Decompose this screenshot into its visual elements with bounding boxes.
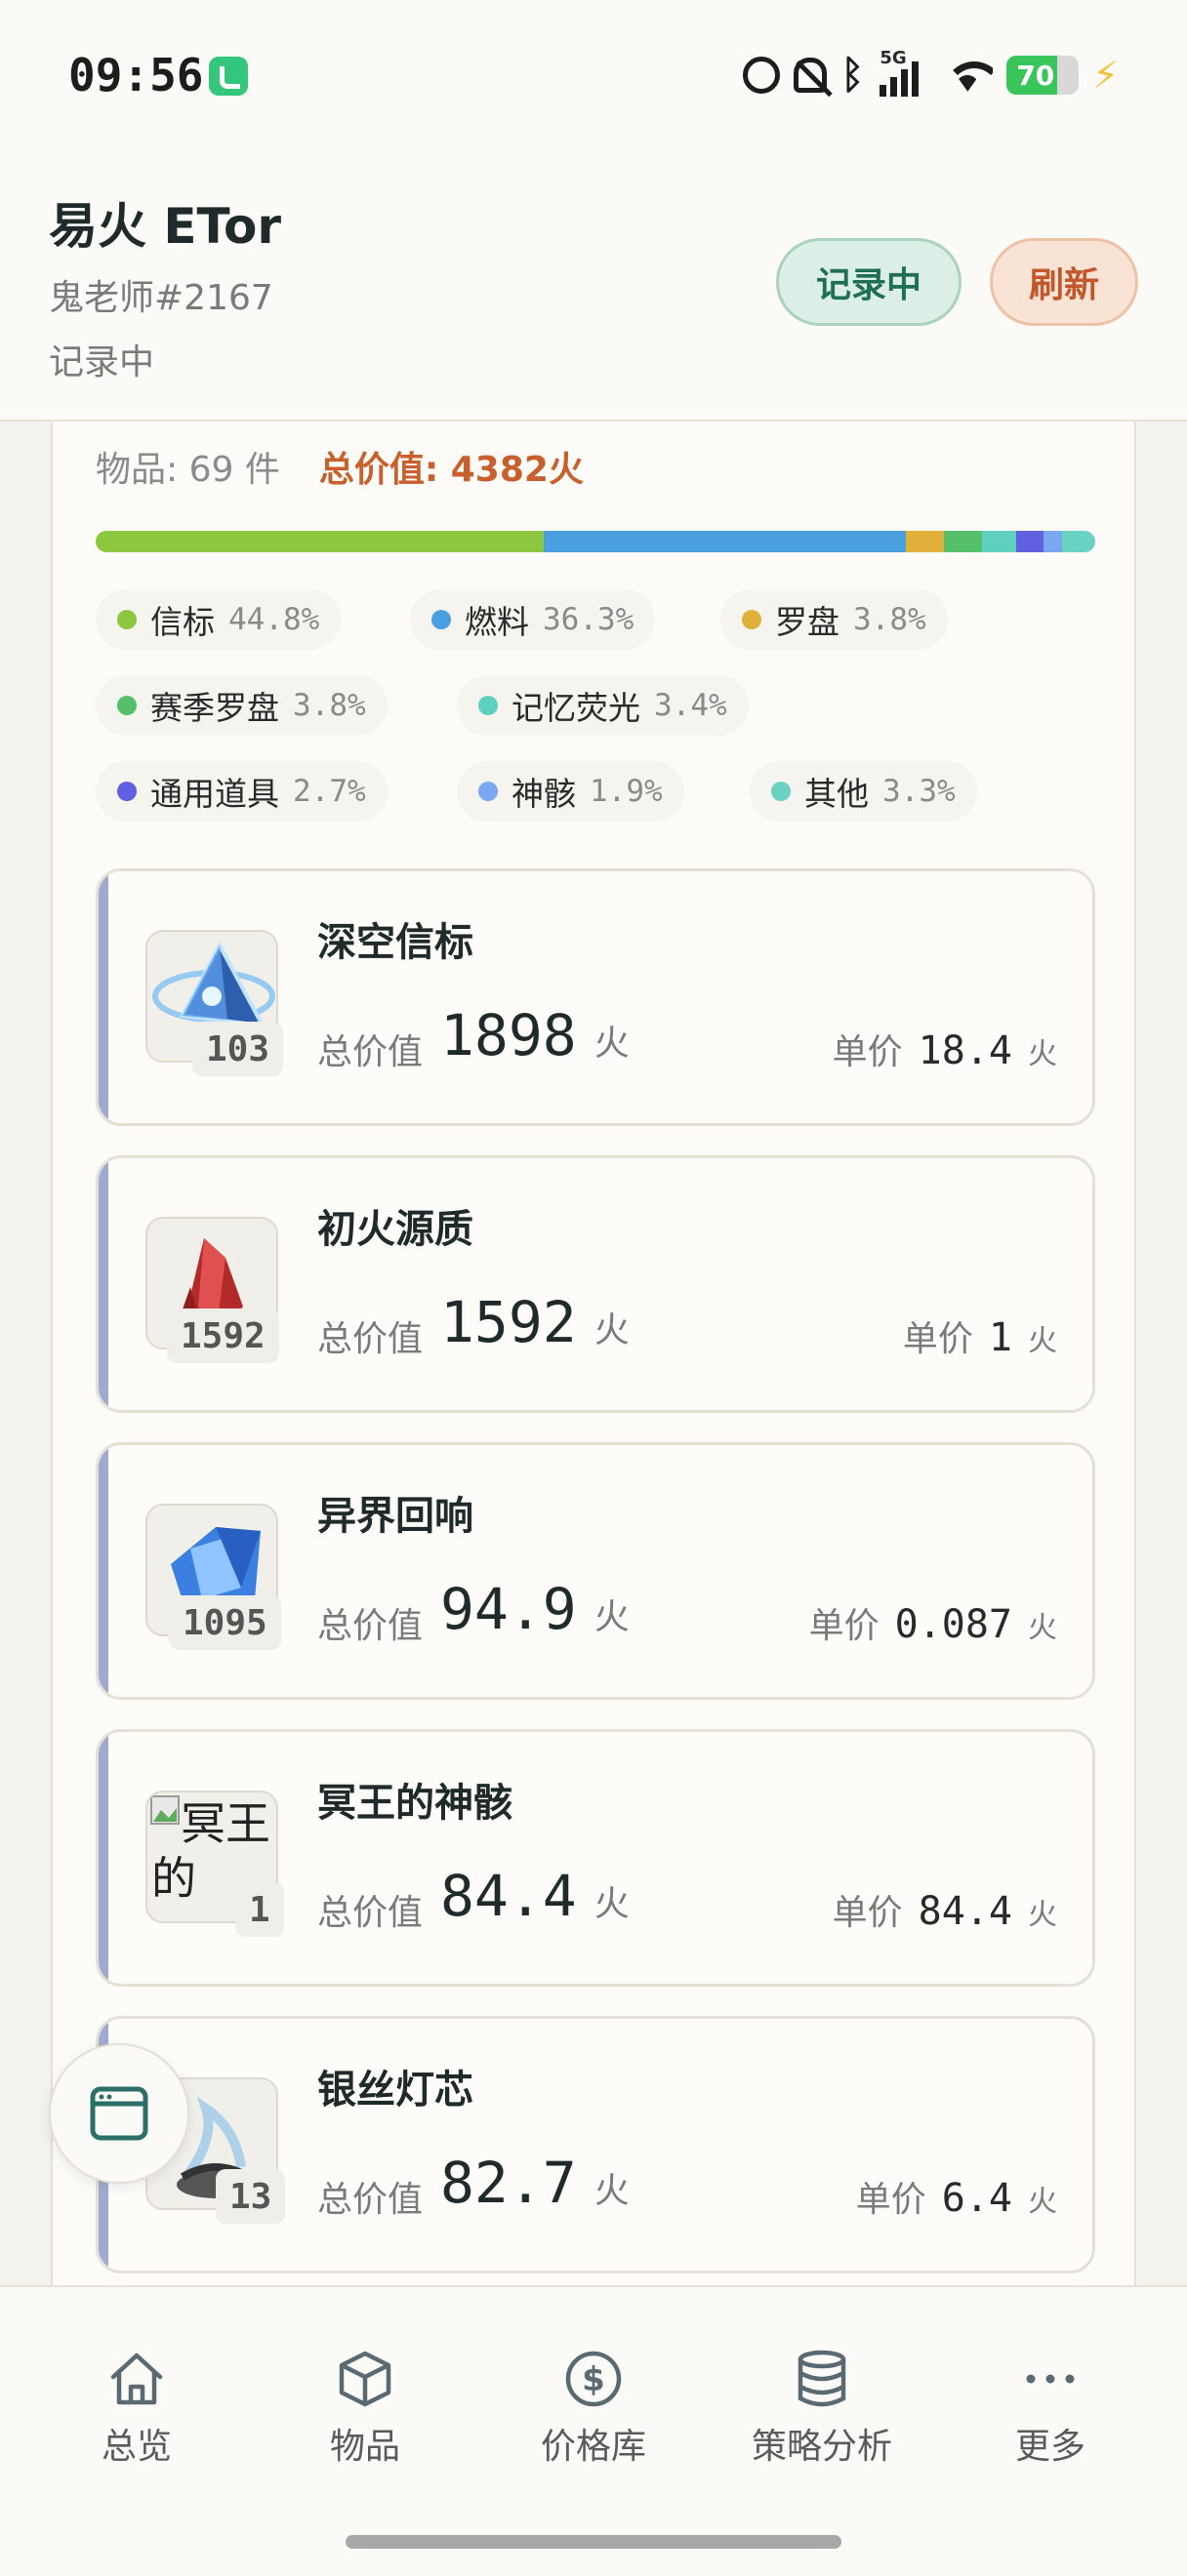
share-segment [1062,531,1095,552]
item-card[interactable]: 1592 初火源质 总价值 1592 火 单价 1 火 [96,1155,1095,1413]
nav-item-more[interactable]: 更多 [953,2348,1148,2484]
legend-dot [478,782,498,801]
legend-item-other[interactable]: 其他 3.3% [750,761,977,822]
nav-item-items[interactable]: 物品 [267,2348,463,2484]
legend-item-beacon[interactable]: 信标 44.8% [96,589,342,650]
nav-item-strategy-analysis[interactable]: 策略分析 [724,2348,920,2484]
legend-item-memory-glow[interactable]: 记忆荧光 3.4% [457,675,749,736]
card-accent [99,871,108,1123]
total-value-label: 总价值 [317,1319,424,1359]
legend-dot [117,696,137,715]
category-share-bar [96,531,1095,552]
legend-item-compass[interactable]: 罗盘 3.8% [720,589,948,650]
app-header: 易火 ETor 鬼老师#2167 记录中 记录中 刷新 [0,146,1187,422]
alarm-icon [743,57,781,94]
app-title: 易火 ETor [49,198,282,255]
item-total-value: 1592 火 [440,1289,630,1355]
total-value-label: 总价值 [317,1893,424,1933]
total-value-label: 总价值 [317,2180,424,2220]
item-name: 银丝灯芯 [317,2068,473,2113]
item-quantity: 1592 [167,1308,279,1363]
item-card[interactable]: 103 深空信标 总价值 1898 火 单价 18.4 火 [96,868,1095,1126]
item-total-value: 82.7 火 [440,2150,630,2216]
recording-button[interactable]: 记录中 [776,238,962,326]
item-name: 冥王的神骸 [317,1781,512,1826]
item-total-value: 94.9 火 [440,1576,630,1642]
card-accent [99,1445,108,1697]
wifi-icon [942,56,994,95]
share-segment [906,531,945,552]
item-card[interactable]: 冥王的 1 冥王的神骸 总价值 84.4 火 单价 84.4 火 [96,1729,1095,1987]
nav-item-price-library[interactable]: $ 价格库 [496,2348,691,2484]
home-icon [110,2353,163,2405]
legend-item-relic[interactable]: 神骸 1.9% [457,761,684,822]
share-segment [982,531,1017,552]
call-icon [209,57,248,96]
item-total-value: 1898 火 [440,1002,630,1068]
share-segment [1016,531,1044,552]
battery-icon: 70 [1006,56,1080,95]
item-card[interactable]: 13 银丝灯芯 总价值 82.7 火 单价 6.4 火 [96,2016,1095,2274]
item-name: 初火源质 [317,1207,473,1252]
window-icon [90,2086,148,2141]
legend-dot [117,610,137,629]
legend-dot [742,610,761,629]
bottom-navigation: 总览 物品 $ 价格库 策略分析 更多 [0,2285,1187,2576]
nav-item-overview[interactable]: 总览 [39,2348,234,2484]
legend-dot [771,782,791,801]
refresh-button[interactable]: 刷新 [990,238,1138,326]
status-bar: 09:56 ᛒ 5G 70 ⚡ [0,0,1187,146]
legend-dot [117,782,137,801]
item-name: 深空信标 [317,920,473,965]
legend-dot [431,610,451,629]
item-name: 异界回响 [317,1494,473,1539]
share-segment [944,531,983,552]
item-total-value: 84.4 火 [440,1863,630,1929]
record-status: 记录中 [49,342,155,382]
item-quantity: 13 [216,2169,286,2224]
status-time: 09:56 [68,49,204,101]
box-icon [339,2351,391,2407]
svg-text:$: $ [582,2360,605,2399]
card-accent [99,1732,108,1984]
battery-level: 70 [1016,60,1055,92]
user-name: 鬼老师#2167 [49,278,273,318]
home-indicator[interactable] [346,2535,841,2549]
unit-price: 单价 0.087 火 [808,1602,1057,1647]
item-quantity: 103 [192,1022,284,1076]
bluetooth-icon: ᛒ [840,53,865,98]
legend-item-general[interactable]: 通用道具 2.7% [96,761,388,822]
legend-item-season-compass[interactable]: 赛季罗盘 3.8% [96,675,388,736]
item-quantity: 1095 [169,1595,281,1650]
mute-icon [794,58,828,93]
share-segment [543,531,907,552]
more-icon [1026,2374,1075,2384]
charging-icon: ⚡ [1092,54,1119,97]
unit-price: 单价 18.4 火 [832,1028,1057,1073]
card-accent [99,1158,108,1410]
database-icon [798,2350,846,2407]
unit-price: 单价 84.4 火 [832,1889,1057,1934]
legend-dot [478,696,498,715]
legend-item-fuel[interactable]: 燃料 36.3% [410,589,656,650]
signal-icon: 5G [880,48,928,97]
share-segment [1043,531,1063,552]
total-value-label: 总价值 [317,1032,424,1072]
inventory-summary: 物品: 69 件 总价值: 4382火 [96,441,584,492]
item-card[interactable]: 1095 异界回响 总价值 94.9 火 单价 0.087 火 [96,1442,1095,1700]
status-icons: ᛒ 5G 70 ⚡ [743,48,1119,100]
total-value-label: 总价值 [317,1606,424,1646]
share-segment [96,531,544,552]
unit-price: 单价 6.4 火 [855,2176,1057,2221]
inventory-panel: 物品: 69 件 总价值: 4382火 信标 44.8% 燃料 36.3% 罗盘… [51,422,1136,2285]
floating-window-button[interactable] [49,2043,189,2184]
total-value: 总价值: 4382火 [318,450,584,490]
item-quantity: 1 [235,1882,284,1937]
unit-price: 单价 1 火 [902,1315,1057,1360]
item-count: 物品: 69 件 [96,450,280,490]
dollar-icon: $ [565,2351,622,2407]
